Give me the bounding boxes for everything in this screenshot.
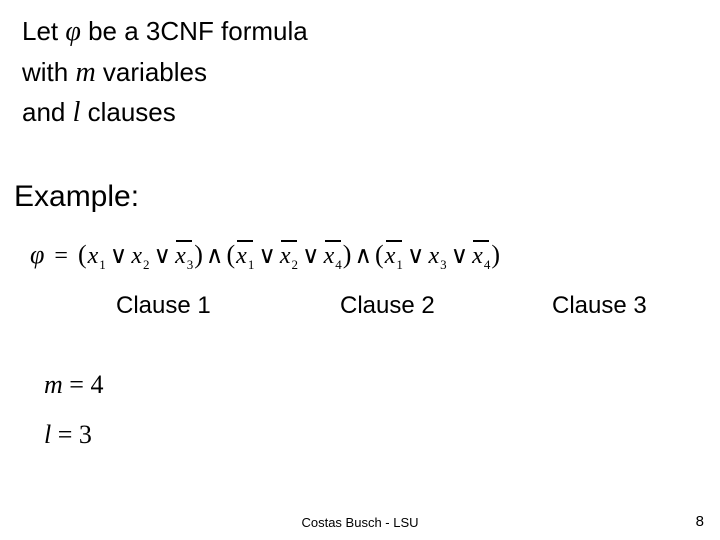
clause-1-label: Clause 1: [116, 292, 211, 320]
literal: x4: [323, 243, 343, 273]
text: Let: [22, 16, 65, 46]
literal: x2: [130, 243, 150, 273]
text: and: [22, 97, 73, 127]
subscript: 1: [98, 257, 106, 272]
literal: x3: [427, 243, 447, 273]
phi-symbol: φ: [30, 240, 44, 269]
or-symbol: ∨: [448, 243, 472, 269]
text: with: [22, 57, 75, 87]
clause-2-label: Clause 2: [340, 292, 435, 320]
and-symbol: ∧: [203, 243, 227, 269]
open-paren: (: [226, 240, 235, 269]
l-var: l: [44, 420, 51, 449]
literal: x2: [279, 243, 299, 273]
and-symbol: ∧: [351, 243, 375, 269]
subscript: 1: [395, 257, 403, 272]
m-value: 4: [90, 370, 103, 399]
subscript: 2: [142, 257, 150, 272]
literal: x3: [174, 243, 194, 273]
or-symbol: ∨: [255, 243, 279, 269]
phi-var: φ: [65, 16, 81, 47]
subscript: 1: [247, 257, 255, 272]
literal: x1: [384, 243, 404, 273]
or-symbol: ∨: [151, 243, 175, 269]
intro-block: Let φ be a 3CNF formula with m variables…: [22, 12, 308, 134]
subscript: 3: [439, 257, 447, 272]
slide: Let φ be a 3CNF formula with m variables…: [0, 0, 720, 540]
equals: =: [58, 420, 73, 449]
text: be a 3CNF formula: [81, 16, 308, 46]
literal: x4: [471, 243, 491, 273]
l-value: 3: [79, 420, 92, 449]
clause-3-label: Clause 3: [552, 292, 647, 320]
subscript: 4: [483, 257, 491, 272]
equals: =: [44, 243, 78, 269]
subscript: 3: [186, 257, 194, 272]
or-symbol: ∨: [404, 243, 428, 269]
intro-line-1: Let φ be a 3CNF formula: [22, 12, 308, 53]
open-paren: (: [78, 240, 87, 269]
intro-line-2: with m variables: [22, 53, 308, 94]
or-symbol: ∨: [107, 243, 131, 269]
intro-line-3: and l clauses: [22, 93, 308, 134]
text: variables: [96, 57, 207, 87]
equation-l: l = 3: [44, 420, 92, 450]
equals: =: [69, 370, 84, 399]
m-var: m: [75, 57, 95, 88]
footer-text: Costas Busch - LSU: [0, 515, 720, 530]
page-number: 8: [696, 513, 704, 530]
open-paren: (: [375, 240, 384, 269]
subscript: 4: [334, 257, 342, 272]
or-symbol: ∨: [299, 243, 323, 269]
m-var: m: [44, 370, 63, 399]
formula: φ = (x1∨x2∨x3)∧(x1∨x2∨x4)∧(x1∨x3∨x4): [30, 240, 700, 273]
literal: x1: [87, 243, 107, 273]
close-paren: ): [491, 240, 500, 269]
literal: x1: [235, 243, 255, 273]
example-heading: Example:: [14, 180, 139, 214]
close-paren: ): [194, 240, 203, 269]
subscript: 2: [291, 257, 299, 272]
text: clauses: [80, 97, 175, 127]
equation-m: m = 4: [44, 370, 103, 400]
